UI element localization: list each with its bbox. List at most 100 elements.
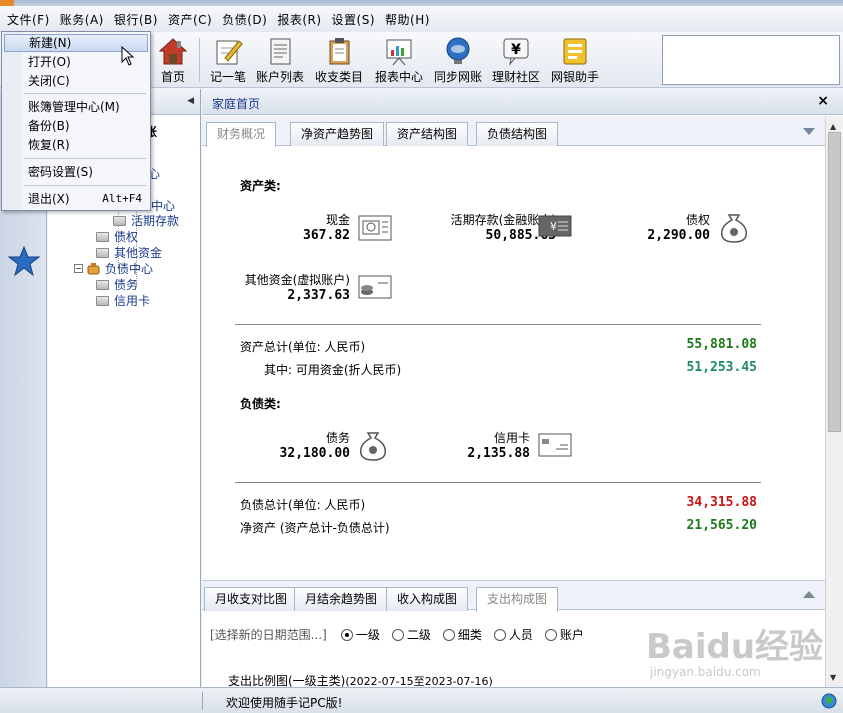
radio-account[interactable]: 账户: [544, 626, 584, 643]
scroll-down-icon[interactable]: ▼: [830, 673, 836, 682]
home-button[interactable]: 首页: [157, 36, 189, 86]
bank-helper-button[interactable]: 网银助手: [551, 36, 599, 86]
menu-item-ledger-center[interactable]: 账簿管理中心(M): [4, 98, 148, 116]
money-bag-icon: [87, 263, 100, 275]
liabilities-heading: 负债类:: [240, 397, 281, 411]
bank-helper-icon: [559, 36, 591, 66]
account-list-button[interactable]: 账户列表: [256, 36, 304, 86]
folder-icon: [113, 215, 126, 226]
tab-asset-structure[interactable]: 资产结构图: [386, 122, 469, 146]
assets-divider: [235, 324, 761, 325]
page-header: 家庭首页 ×: [202, 89, 843, 115]
vertical-scrollbar[interactable]: ▲ ▼: [825, 116, 843, 687]
tabs-collapse-icon[interactable]: [803, 128, 815, 135]
liabilities-total-value: 34,315.88: [686, 495, 757, 510]
baidu-watermark: Baidu经验: [646, 627, 824, 667]
bank-card-icon: ¥: [538, 215, 572, 240]
mouse-cursor-icon: [121, 45, 135, 69]
collapse-toggle-icon[interactable]: −: [74, 264, 83, 273]
community-button[interactable]: ¥ 理财社区: [492, 36, 540, 86]
tree-item-debts[interactable]: 债务: [96, 276, 138, 293]
record-button[interactable]: 记一笔: [210, 36, 246, 86]
clipboard-icon: [323, 36, 355, 66]
menu-help[interactable]: 帮助(H): [380, 11, 435, 28]
net-assets-value: 21,565.20: [686, 518, 757, 533]
community-label: 理财社区: [492, 70, 541, 84]
status-divider: [202, 692, 203, 710]
pencil-note-icon: [212, 36, 244, 66]
globe-icon[interactable]: [821, 693, 837, 712]
toolbar-blank-panel: [662, 35, 840, 85]
sync-button[interactable]: 同步网账: [434, 36, 482, 86]
money-sack-icon: [717, 209, 751, 246]
tab-income-composition[interactable]: 收入构成图: [386, 587, 469, 611]
baidu-watermark-url: jingyan.baidu.com: [650, 665, 761, 679]
account-list-label: 账户列表: [256, 70, 305, 84]
radio-icon: [442, 628, 455, 641]
menu-separator: [24, 185, 146, 186]
virtual-account-icon: [358, 275, 392, 302]
tree-item-current-deposit[interactable]: 活期存款: [113, 212, 179, 229]
chart-board-icon: [383, 36, 415, 66]
collapse-arrow-icon[interactable]: ◀: [187, 96, 194, 106]
record-label: 记一笔: [210, 70, 247, 84]
menu-separator: [24, 158, 146, 159]
menu-settings[interactable]: 设置(S): [327, 11, 380, 28]
liabilities-divider: [235, 482, 761, 483]
menu-reports[interactable]: 报表(R): [272, 11, 326, 28]
date-range-link[interactable]: [选择新的日期范围...]: [210, 626, 327, 643]
menu-item-close[interactable]: 关闭(C): [4, 72, 148, 90]
radio-level-1[interactable]: 一级: [340, 626, 380, 643]
menu-item-password[interactable]: 密码设置(S): [4, 163, 148, 181]
tab-monthly-comparison[interactable]: 月收支对比图: [204, 587, 299, 611]
menu-item-backup[interactable]: 备份(B): [4, 117, 148, 135]
page-title: 家庭首页: [212, 97, 261, 111]
liability-credit-card[interactable]: 信用卡 2,135.88: [450, 429, 530, 461]
menu-item-restore[interactable]: 恢复(R): [4, 136, 148, 154]
asset-current-deposit[interactable]: 活期存款(金融账户) 50,885.63: [424, 211, 556, 243]
close-page-button[interactable]: ×: [817, 93, 829, 109]
folder-icon: [96, 295, 109, 306]
satellite-sync-icon: [442, 36, 474, 66]
report-center-button[interactable]: 报表中心: [375, 36, 423, 86]
chart-tabs: 月收支对比图 月结余趋势图 收入构成图 支出构成图: [202, 580, 825, 612]
scroll-up-icon[interactable]: ▲: [830, 122, 836, 131]
categories-label: 收支类目: [315, 70, 364, 84]
tree-item-credit-card[interactable]: 信用卡: [96, 292, 150, 309]
categories-button[interactable]: 收支类目: [315, 36, 363, 86]
tab-financial-overview[interactable]: 财务概况: [206, 122, 277, 147]
menu-accounts[interactable]: 账务(A): [55, 11, 109, 28]
tree-item-other-funds[interactable]: 其他资金: [96, 244, 162, 261]
asset-cash[interactable]: 现金 367.82: [262, 211, 350, 243]
menu-assets[interactable]: 资产(C): [163, 11, 217, 28]
menu-liabilities[interactable]: 负债(D): [217, 11, 272, 28]
menu-bank[interactable]: 银行(B): [109, 11, 163, 28]
liability-debts[interactable]: 债务 32,180.00: [262, 429, 350, 461]
status-message: 欢迎使用随手记PC版!: [226, 696, 343, 710]
svg-text:¥: ¥: [511, 42, 521, 58]
tab-net-asset-trend[interactable]: 净资产趋势图: [290, 122, 385, 146]
radio-icon: [544, 628, 557, 641]
asset-other-funds[interactable]: 其他资金(虚拟账户) 2,337.63: [242, 271, 350, 303]
chart-filters: [选择新的日期范围...] 一级 二级 细类 人员 账户: [210, 626, 596, 643]
star-icon[interactable]: [7, 245, 41, 280]
debt-sack-icon: [356, 427, 390, 464]
overview-tabs: 财务概况 净资产趋势图 资产结构图 负债结构图: [202, 116, 825, 147]
scroll-thumb[interactable]: [828, 132, 841, 432]
tree-item-liability-center[interactable]: − 负债中心: [74, 260, 153, 277]
menu-file[interactable]: 文件(F): [2, 11, 55, 28]
radio-person[interactable]: 人员: [493, 626, 533, 643]
house-icon: [157, 36, 189, 66]
radio-selected-icon: [340, 628, 353, 641]
tab-liability-structure[interactable]: 负债结构图: [476, 122, 559, 146]
tree-item-claims[interactable]: 债权: [96, 228, 138, 245]
cash-register-icon: [358, 215, 392, 244]
tab-monthly-balance-trend[interactable]: 月结余趋势图: [294, 587, 389, 611]
sync-label: 同步网账: [434, 70, 483, 84]
asset-claims[interactable]: 债权 2,290.00: [622, 211, 710, 243]
chart-tabs-expand-icon[interactable]: [803, 591, 815, 598]
radio-level-2[interactable]: 二级: [391, 626, 431, 643]
menu-item-exit[interactable]: 退出(X) Alt+F4: [4, 190, 148, 208]
tab-expense-composition[interactable]: 支出构成图: [476, 587, 559, 612]
radio-subcategory[interactable]: 细类: [442, 626, 482, 643]
